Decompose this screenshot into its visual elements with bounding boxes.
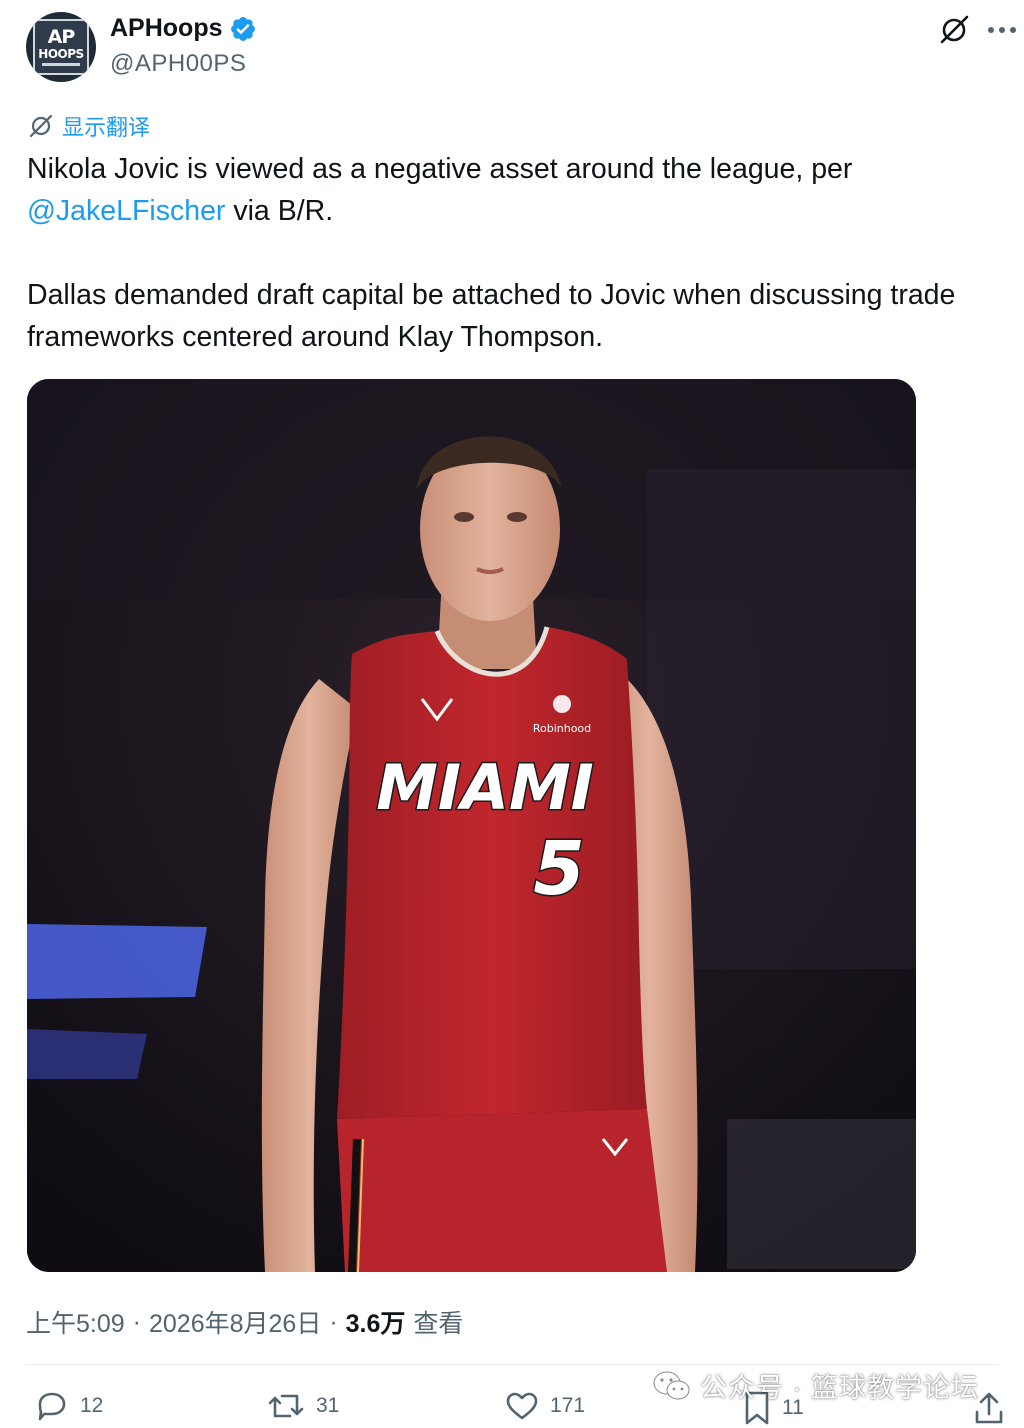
retweet-icon [268,1394,304,1418]
grok-icon[interactable] [936,12,972,48]
divider [26,1364,998,1365]
like-count: 171 [550,1394,586,1417]
meta-separator: · [329,1307,338,1336]
translate-icon [29,114,53,138]
avatar-text-top: AP [47,26,76,48]
tweet-text: Nikola Jovic is viewed as a negative ass… [27,148,987,358]
wechat-icon [653,1371,690,1399]
heart-icon [506,1392,538,1420]
avatar[interactable]: AP HOOPS [26,12,96,82]
views-label: 查看 [413,1310,464,1338]
tweet: AP HOOPS APHoops @APH00PS 显示翻译 Nikola Jo… [0,0,1024,1428]
jersey-sponsor-text: Robinhood [533,722,591,735]
tweet-photo[interactable]: MIAMI 5 Robinhood [27,379,916,1272]
author-handle[interactable]: @APH00PS [110,50,246,78]
display-name[interactable]: APHoops [110,14,223,43]
logo-bar [42,63,80,66]
reply-count: 12 [80,1394,104,1417]
tweet-time[interactable]: 上午5:09 [26,1304,125,1340]
retweet-count: 31 [316,1394,340,1417]
tweet-paragraph-2: Dallas demanded draft capital be attache… [27,279,956,353]
reply-button[interactable]: 12 [34,1390,103,1422]
more-icon[interactable] [984,12,1020,48]
views-count: 3.6万 [345,1310,406,1338]
mention-link[interactable]: @JakeLFischer [27,195,225,227]
like-button[interactable]: 171 [504,1390,585,1422]
show-translation-button[interactable]: 显示翻译 [28,110,150,142]
tweet-text-part: via B/R. [225,195,334,227]
reply-icon [38,1392,66,1421]
tweet-date[interactable]: 2026年8月26日 [149,1304,321,1340]
show-translation-label[interactable]: 显示翻译 [62,110,150,142]
tweet-meta: 上午5:09 · 2026年8月26日 · 3.6万 查看 [26,1304,463,1340]
tweet-paragraph-1: Nikola Jovic is viewed as a negative ass… [27,148,987,232]
wechat-watermark: 公众号 · 篮球教学论坛 [652,1366,979,1405]
aphoops-logo: AP HOOPS [33,19,89,75]
author-name-row[interactable]: APHoops [110,14,257,43]
jersey-team-text: MIAMI [376,751,594,824]
player-photo: MIAMI 5 Robinhood [27,379,916,1272]
watermark-text: 公众号 · 篮球教学论坛 [700,1373,979,1403]
verified-badge-icon[interactable] [229,15,257,43]
retweet-button[interactable]: 31 [266,1390,339,1422]
meta-separator: · [132,1307,141,1336]
tweet-text-part: Nikola Jovic is viewed as a negative ass… [27,153,853,185]
avatar-text-bottom: HOOPS [38,47,84,61]
jersey-number-text: 5 [533,826,585,912]
